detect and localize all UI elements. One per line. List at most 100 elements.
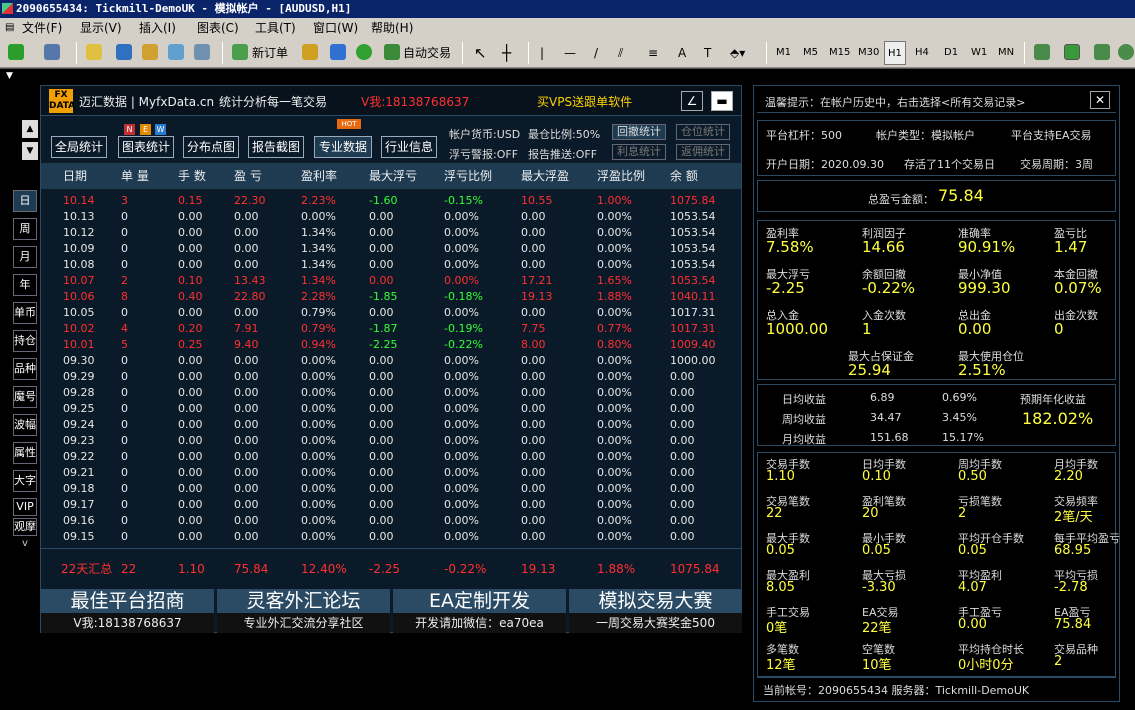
side-tab[interactable]: 持仓	[13, 330, 37, 352]
table-row[interactable]: 09.23 0 0.00 0.00 0.00% 0.00 0.00% 0.00 0.00% 0.0…	[41, 433, 741, 449]
table-row[interactable]: 10.12 0 0.00 0.00 1.34% 0.00 0.00% 0.00 0.00% 105…	[41, 225, 741, 241]
column-header[interactable]: 最大浮亏	[369, 163, 417, 189]
side-tab[interactable]: 波幅	[13, 414, 37, 436]
ad-banner[interactable]: 模拟交易大赛 一周交易大赛奖金500	[569, 589, 742, 633]
menu-doc-icon[interactable]: ▤	[5, 18, 14, 38]
cursor-icon[interactable]: ↖	[474, 41, 487, 65]
ad-banner[interactable]: 灵客外汇论坛 专业外汇交流分享社区	[217, 589, 390, 633]
table-row[interactable]: 09.15 0 0.00 0.00 0.00% 0.00 0.00% 0.00 0.00% 0.0…	[41, 529, 741, 545]
table-row[interactable]: 10.06 8 0.40 22.80 2.28% -1.85 -0.18% 19.13 1.88…	[41, 289, 741, 305]
all-stats-button[interactable]: 全局统计	[51, 136, 107, 158]
table-row[interactable]: 09.25 0 0.00 0.00 0.00% 0.00 0.00% 0.00 0.00% 0.0…	[41, 401, 741, 417]
side-tab[interactable]: 年	[13, 274, 37, 296]
ad-banner[interactable]: EA定制开发 开发请加微信：ea70ea	[393, 589, 566, 633]
channel-icon[interactable]: ⫽	[618, 41, 623, 65]
table-row[interactable]: 10.01 5 0.25 9.40 0.94% -2.25 -0.22% 8.00 0.80% 1…	[41, 337, 741, 353]
period-h4[interactable]: H4	[915, 41, 929, 65]
signals-icon[interactable]	[330, 44, 346, 60]
side-tab[interactable]: 日	[13, 190, 37, 212]
table-row[interactable]: 10.13 0 0.00 0.00 0.00% 0.00 0.00% 0.00 0.00% 105…	[41, 209, 741, 225]
side-tab[interactable]: 观摩	[13, 518, 37, 536]
horizontal-line-icon[interactable]: —	[564, 41, 576, 65]
table-row[interactable]: 09.17 0 0.00 0.00 0.00% 0.00 0.00% 0.00 0.00% 0.0…	[41, 497, 741, 513]
market-icon[interactable]	[356, 44, 372, 60]
report-push[interactable]: 报告推送:OFF	[528, 146, 597, 162]
table-row[interactable]: 09.18 0 0.00 0.00 0.00% 0.00 0.00% 0.00 0.00% 0.0…	[41, 481, 741, 497]
side-tab[interactable]: 大字	[13, 470, 37, 492]
fibonacci-icon[interactable]: ≡	[648, 41, 658, 65]
close-panel-button[interactable]: ✕	[1090, 91, 1110, 109]
zoom-in-icon[interactable]	[1118, 44, 1134, 60]
period-m30[interactable]: M30	[858, 41, 879, 65]
table-row[interactable]: 09.24 0 0.00 0.00 0.00% 0.00 0.00% 0.00 0.00% 0.0…	[41, 417, 741, 433]
table-row[interactable]: 09.30 0 0.00 0.00 0.00% 0.00 0.00% 0.00 0.00% 100…	[41, 353, 741, 369]
column-header[interactable]: 盈利率	[301, 163, 337, 189]
distribution-chart-button[interactable]: 分布点图	[183, 136, 239, 158]
side-tab[interactable]: 单币	[13, 302, 37, 324]
navigator-icon[interactable]	[116, 44, 132, 60]
menu-insert[interactable]: 插入(I)	[139, 18, 176, 38]
table-row[interactable]: 09.21 0 0.00 0.00 0.00% 0.00 0.00% 0.00 0.00% 0.0…	[41, 465, 741, 481]
column-header[interactable]: 余 额	[670, 163, 698, 189]
arrows-tool-icon[interactable]: ⬘▾	[730, 41, 745, 65]
candle-chart-icon[interactable]	[1064, 44, 1080, 60]
contact-text[interactable]: V我:18138768637	[361, 93, 469, 110]
table-row[interactable]: 09.29 0 0.00 0.00 0.00% 0.00 0.00% 0.00 0.00% 0.0…	[41, 369, 741, 385]
menu-file[interactable]: 文件(F)	[22, 18, 62, 38]
menu-view[interactable]: 显示(V)	[80, 18, 122, 38]
label-tool-icon[interactable]: T	[704, 41, 711, 65]
auto-trade-button[interactable]: 自动交易	[403, 41, 451, 65]
line-chart-icon[interactable]	[1094, 44, 1110, 60]
menu-tools[interactable]: 工具(T)	[255, 18, 296, 38]
industry-info-button[interactable]: 行业信息	[381, 136, 437, 158]
crosshair-icon[interactable]: ┼	[502, 41, 511, 65]
new-order-icon[interactable]	[232, 44, 248, 60]
collapse-button[interactable]: ∠	[681, 91, 703, 111]
column-header[interactable]: 日期	[63, 163, 87, 189]
market-watch-icon[interactable]	[86, 44, 102, 60]
column-header[interactable]: 浮亏比例	[444, 163, 492, 189]
terminal-icon[interactable]	[168, 44, 184, 60]
period-d1[interactable]: D1	[944, 41, 958, 65]
text-tool-icon[interactable]: A	[678, 41, 686, 65]
side-more-icon[interactable]: v	[13, 538, 37, 550]
new-chart-icon[interactable]	[8, 44, 24, 60]
metaeditor-icon[interactable]	[302, 44, 318, 60]
vertical-line-icon[interactable]: |	[540, 41, 544, 65]
table-row[interactable]: 09.28 0 0.00 0.00 0.00% 0.00 0.00% 0.00 0.00% 0.0…	[41, 385, 741, 401]
trendline-icon[interactable]: /	[594, 41, 598, 65]
side-tab[interactable]: 月	[13, 246, 37, 268]
table-row[interactable]: 10.09 0 0.00 0.00 1.34% 0.00 0.00% 0.00 0.00% 105…	[41, 241, 741, 257]
column-header[interactable]: 浮盈比例	[597, 163, 645, 189]
chart-stats-button[interactable]: 图表统计	[118, 136, 174, 158]
table-row[interactable]: 10.08 0 0.00 0.00 1.34% 0.00 0.00% 0.00 0.00% 105…	[41, 257, 741, 273]
scroll-down-button[interactable]: ▼	[22, 142, 38, 160]
interest-stats-button[interactable]: 利息统计	[612, 144, 666, 160]
side-tab[interactable]: VIP	[13, 498, 37, 516]
menu-help[interactable]: 帮助(H)	[371, 18, 413, 38]
ad-banner[interactable]: 最佳平台招商 V我:18138768637	[41, 589, 214, 633]
float-loss-alert[interactable]: 浮亏警报:OFF	[449, 146, 518, 162]
period-m1[interactable]: M1	[776, 41, 791, 65]
auto-trade-icon[interactable]	[384, 44, 400, 60]
table-row[interactable]: 10.14 3 0.15 22.30 2.23% -1.60 -0.15% 10.55 1.00…	[41, 193, 741, 209]
position-stats-button[interactable]: 仓位统计	[676, 124, 730, 140]
side-tab[interactable]: 魔号	[13, 386, 37, 408]
period-m5[interactable]: M5	[803, 41, 818, 65]
menu-window[interactable]: 窗口(W)	[313, 18, 358, 38]
table-row[interactable]: 09.22 0 0.00 0.00 0.00% 0.00 0.00% 0.00 0.00% 0.0…	[41, 449, 741, 465]
vps-ad-link[interactable]: 买VPS送跟单软件	[537, 93, 632, 110]
bar-chart-icon[interactable]	[1034, 44, 1050, 60]
side-tab[interactable]: 周	[13, 218, 37, 240]
table-row[interactable]: 10.07 2 0.10 13.43 1.34% 0.00 0.00% 17.21 1.65% 1…	[41, 273, 741, 289]
table-row[interactable]: 09.16 0 0.00 0.00 0.00% 0.00 0.00% 0.00 0.00% 0.0…	[41, 513, 741, 529]
rebate-stats-button[interactable]: 返佣统计	[676, 144, 730, 160]
period-h1[interactable]: H1	[884, 41, 906, 65]
favorites-icon[interactable]	[142, 44, 158, 60]
side-tab[interactable]: 属性	[13, 442, 37, 464]
profiles-icon[interactable]	[44, 44, 60, 60]
side-tab[interactable]: 品种	[13, 358, 37, 380]
pro-data-button[interactable]: 专业数据	[314, 136, 372, 158]
table-row[interactable]: 10.05 0 0.00 0.00 0.79% 0.00 0.00% 0.00 0.00% 101…	[41, 305, 741, 321]
column-header[interactable]: 手 数	[178, 163, 206, 189]
